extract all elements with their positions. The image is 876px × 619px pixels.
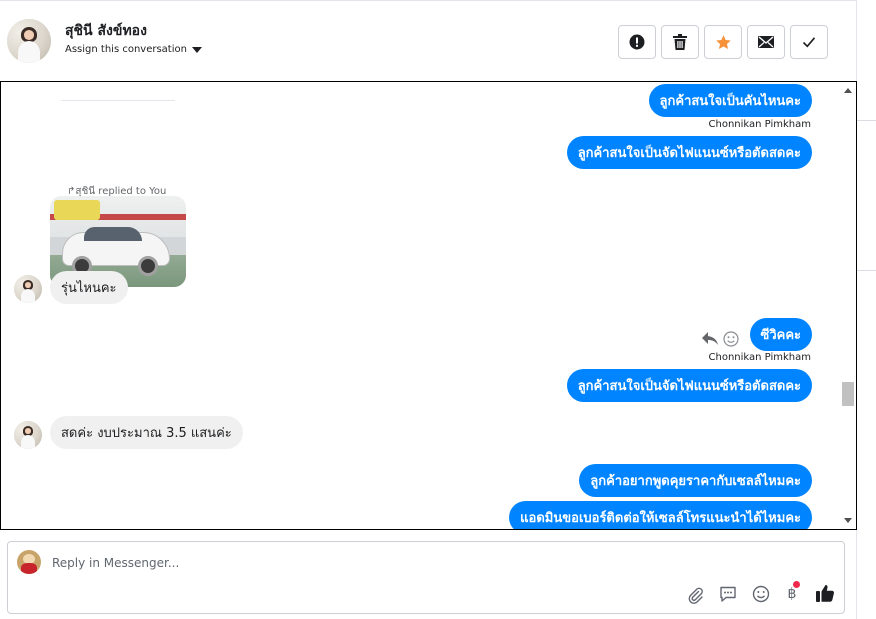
message-bubble-outgoing[interactable]: ลูกค้าอยากพูดคุยราคากับเซลล์ไหมคะ bbox=[579, 464, 812, 497]
assign-conversation-dropdown[interactable]: Assign this conversation bbox=[65, 44, 202, 55]
sender-avatar[interactable] bbox=[14, 421, 42, 449]
divider bbox=[856, 270, 876, 271]
message-sender: Chonnikan Pimkham bbox=[708, 119, 811, 130]
sender-avatar[interactable] bbox=[14, 275, 42, 303]
star-button[interactable] bbox=[704, 25, 742, 59]
notification-dot bbox=[793, 581, 800, 588]
message-bubble-outgoing[interactable]: ซีวิคคะ bbox=[749, 318, 812, 351]
react-icon[interactable] bbox=[723, 331, 739, 351]
chevron-down-icon bbox=[191, 46, 202, 53]
saved-replies-icon[interactable] bbox=[717, 583, 739, 605]
message-sender: Chonnikan Pimkham bbox=[708, 352, 811, 363]
message-bubble-outgoing[interactable]: ลูกค้าสนใจเป็นจัดไฟแนนซ์หรือตัดสดคะ bbox=[566, 369, 812, 402]
contact-name[interactable]: สุชินี สังข์ทอง bbox=[65, 20, 147, 42]
envelope-icon bbox=[758, 36, 774, 48]
divider bbox=[856, 120, 876, 121]
reply-composer[interactable]: Reply in Messenger... ฿ bbox=[7, 541, 845, 614]
scroll-thumb[interactable] bbox=[842, 382, 854, 406]
reply-input[interactable]: Reply in Messenger... bbox=[52, 556, 179, 570]
message-bubble-incoming[interactable]: สดค่ะ งบประมาณ 3.5 แสนค่ะ bbox=[50, 416, 243, 449]
done-button[interactable] bbox=[790, 25, 828, 59]
assign-label: Assign this conversation bbox=[65, 44, 187, 55]
delete-button[interactable] bbox=[661, 25, 699, 59]
spam-button[interactable] bbox=[618, 25, 656, 59]
exclamation-icon bbox=[629, 34, 645, 50]
star-icon bbox=[715, 34, 731, 49]
trash-icon bbox=[673, 34, 687, 50]
check-icon bbox=[802, 37, 816, 48]
page-avatar bbox=[17, 550, 41, 574]
scroll-up-arrow-icon[interactable] bbox=[844, 88, 852, 93]
mail-button[interactable] bbox=[747, 25, 785, 59]
message-bubble-outgoing[interactable]: ลูกค้าสนใจเป็นจัดไฟแนนซ์หรือตัดสดคะ bbox=[566, 136, 812, 169]
payment-baht-icon[interactable]: ฿ bbox=[781, 581, 803, 605]
message-thread[interactable]: ลูกค้าสนใจเป็นคันไหนคะ Chonnikan Pimkham… bbox=[0, 81, 857, 530]
like-icon[interactable] bbox=[814, 582, 836, 604]
divider bbox=[61, 100, 175, 101]
message-bubble-outgoing[interactable]: แอดมินขอเบอร์ติดต่อให้เซลล์โทรแนะนำได้ไห… bbox=[509, 501, 812, 529]
contact-avatar[interactable] bbox=[7, 19, 51, 63]
message-bubble-outgoing[interactable]: ลูกค้าสนใจเป็นคันไหนคะ bbox=[648, 84, 812, 117]
attachment-icon[interactable] bbox=[684, 584, 706, 606]
chat-scrollbar[interactable] bbox=[840, 82, 856, 529]
right-panel-edge bbox=[856, 0, 876, 619]
reply-icon[interactable] bbox=[702, 331, 718, 350]
emoji-icon[interactable] bbox=[750, 583, 772, 605]
conversation-header: สุชินี สังข์ทอง Assign this conversation bbox=[0, 0, 856, 82]
message-bubble-incoming[interactable]: รุ่นไหนคะ bbox=[50, 271, 128, 304]
scroll-down-arrow-icon[interactable] bbox=[844, 518, 852, 523]
messenger-inbox: สุชินี สังข์ทอง Assign this conversation… bbox=[0, 0, 876, 619]
